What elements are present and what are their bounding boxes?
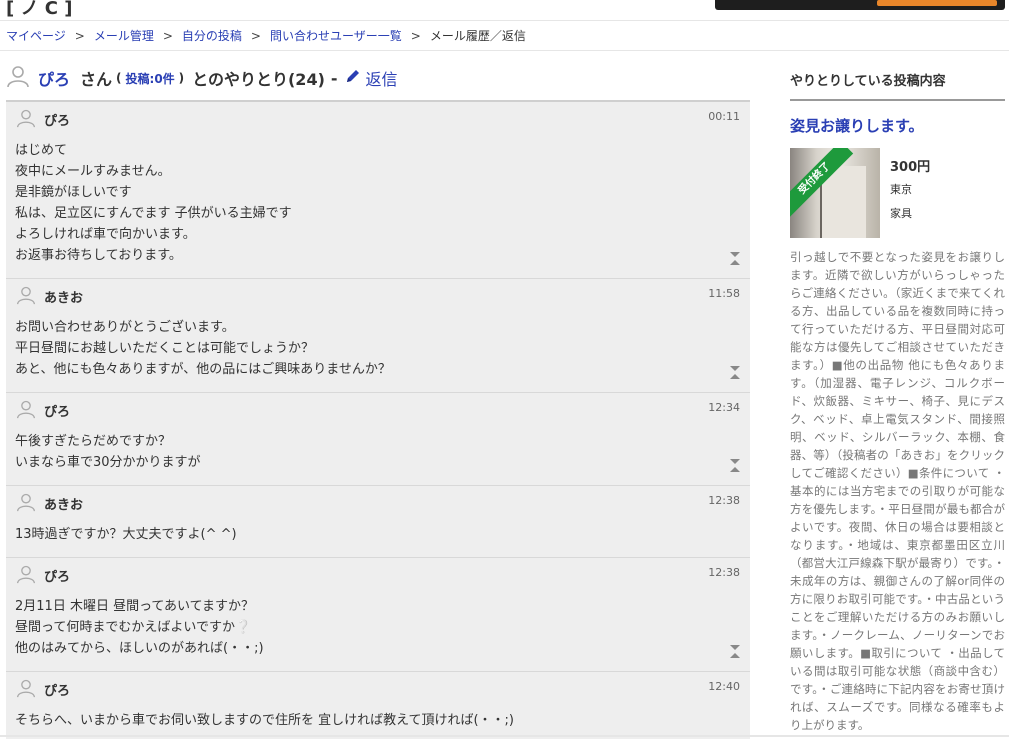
message-header: ぴろ 00:11: [6, 102, 750, 134]
collapse-toggle-icon[interactable]: [729, 457, 741, 477]
site-logo[interactable]: [ ノ C ]: [6, 0, 72, 20]
user-avatar-icon: [16, 399, 36, 423]
breadcrumb-separator: >: [250, 29, 261, 43]
post-price: 300円: [890, 160, 931, 175]
message-time: 12:38: [708, 494, 740, 507]
message-line: 13時過ぎですか？大丈夫ですよ(^ ^): [15, 527, 237, 542]
message-list: ぴろ 00:11 はじめて夜中にメールすみません。 是非鏡がほしいです私は、足立区にす…: [6, 100, 750, 739]
message-header: あきお 12:38: [6, 486, 750, 518]
message-header: ぴろ 12:40: [6, 672, 750, 704]
header-search-box[interactable]: [715, 0, 1005, 10]
collapse-toggle-icon[interactable]: [729, 643, 741, 663]
message-time: 12:34: [708, 401, 740, 414]
user-avatar-icon: [6, 64, 30, 92]
message-sender: あきお: [44, 291, 84, 306]
message-header: ぴろ 12:34: [6, 393, 750, 425]
paren-open: (: [116, 71, 122, 85]
user-avatar-icon: [16, 492, 36, 516]
message-body: 午後すぎたらだめですか？ いまなら車で30分かかりますが: [6, 425, 750, 485]
message-line: お返事お待ちしております。: [15, 248, 182, 263]
message-body: 2月11日 木曜日 昼間ってあいてますか？ 昼間って何時までむかえばよいですか❔ 他…: [6, 590, 750, 671]
message-line: 夜中にメールすみません。: [15, 164, 171, 179]
message-line: 平日昼間にお越しいただくことは可能でしょうか？: [15, 341, 315, 356]
dash: -: [330, 68, 338, 88]
breadcrumb-separator: >: [162, 29, 173, 43]
message-body: お問い合わせありがとうございます。平日昼間にお越しいただくことは可能でしょうか？…: [6, 311, 750, 392]
post-title-link[interactable]: 姿見お譲りします。: [790, 115, 1005, 136]
message-item: あきお 12:38 13時過ぎですか？大丈夫ですよ(^ ^): [6, 486, 750, 558]
message-item: ぴろ 12:34 午後すぎたらだめですか？ いまなら車で30分かかりますが: [6, 393, 750, 486]
top-header: [ ノ C ]: [0, 0, 1009, 21]
message-body: そちらへ、いまから車でお伺い致しますので住所を 宜しければ教えて頂ければ(・・;…: [6, 704, 750, 739]
message-line: 午後すぎたらだめですか？: [15, 434, 172, 449]
breadcrumb-current: メール履歴／返信: [429, 29, 526, 43]
breadcrumb-my-posts[interactable]: 自分の投稿: [182, 29, 242, 43]
post-category: 家具: [890, 207, 912, 220]
message-line: お問い合わせありがとうございます。: [15, 320, 235, 335]
message-line: あと、他にも色々ありますが、他の品にはご興味ありませんか？: [15, 362, 391, 377]
breadcrumb-mail-management[interactable]: メール管理: [94, 29, 154, 43]
user-avatar-icon: [16, 108, 36, 132]
post-sidebar: やりとりしている投稿内容 姿見お譲りします。 受付終了 300円 東京 家具 引…: [790, 72, 1005, 734]
reply-button[interactable]: 返信: [344, 66, 398, 90]
header-search-button[interactable]: [877, 0, 997, 6]
message-line: 昼間って何時までむかえばよいですか❔: [15, 620, 252, 635]
message-line: いまなら車で30分かかりますが: [15, 455, 201, 470]
user-avatar-icon: [16, 564, 36, 588]
message-item: ぴろ 12:38 2月11日 木曜日 昼間ってあいてますか？ 昼間って何時までむかえば…: [6, 558, 750, 672]
post-thumbnail[interactable]: 受付終了: [790, 148, 880, 238]
message-line: そちらへ、いまから車でお伺い致しますので住所を 宜しければ教えて頂ければ(・・;…: [15, 713, 515, 728]
collapse-toggle-icon[interactable]: [729, 364, 741, 384]
divider: [0, 50, 1009, 51]
paren-close: ): [178, 71, 185, 85]
post-info: 受付終了 300円 東京 家具: [790, 148, 1005, 238]
divider: [790, 99, 1005, 101]
breadcrumb-inquiry-users[interactable]: 問い合わせユーザー一覧: [270, 29, 402, 43]
collapse-toggle-icon[interactable]: [729, 250, 741, 270]
message-sender: ぴろ: [44, 570, 71, 585]
pencil-icon: [344, 67, 362, 89]
message-body: はじめて夜中にメールすみません。 是非鏡がほしいです私は、足立区にすんでます 子供…: [6, 134, 750, 278]
user-avatar-icon: [16, 285, 36, 309]
message-time: 12:40: [708, 680, 740, 693]
post-description: 引っ越しで不要となった姿見をお譲りします。近隣で欲しい方がいらっしゃったらご連絡…: [790, 250, 1005, 732]
honorific: さん: [80, 70, 113, 89]
breadcrumb-mypage[interactable]: マイページ: [6, 29, 66, 43]
post-location: 東京: [890, 183, 912, 196]
message-header: あきお 11:58: [6, 279, 750, 311]
breadcrumb: マイページ > メール管理 > 自分の投稿 > 問い合わせユーザー一覧 > メール履歴／返信: [6, 27, 526, 45]
message-sender: あきお: [44, 498, 84, 513]
message-item: あきお 11:58 お問い合わせありがとうございます。平日昼間にお越しいただくことは…: [6, 279, 750, 393]
exchange-count: とのやりとり(24): [192, 70, 325, 89]
breadcrumb-separator: >: [410, 29, 421, 43]
message-body: 13時過ぎですか？大丈夫ですよ(^ ^): [6, 518, 750, 557]
message-sender: ぴろ: [44, 114, 71, 129]
post-details: 300円 東京 家具: [890, 156, 930, 226]
message-sender: ぴろ: [44, 405, 71, 420]
reply-label: 返信: [365, 70, 398, 89]
message-time: 00:11: [708, 110, 740, 123]
message-item: ぴろ 00:11 はじめて夜中にメールすみません。 是非鏡がほしいです私は、足立区にす…: [6, 102, 750, 279]
message-time: 11:58: [708, 287, 740, 300]
thread-header: ぴろ さん ( 投稿:0件 ) とのやりとり(24) - 返信: [6, 66, 398, 90]
message-time: 12:38: [708, 566, 740, 579]
message-line: 私は、足立区にすんでます 子供がいる主婦です: [15, 206, 292, 221]
message-line: 是非鏡がほしいです: [15, 185, 132, 200]
partner-name-link[interactable]: ぴろ: [38, 66, 70, 90]
sidebar-title: やりとりしている投稿内容: [790, 74, 946, 89]
message-sender: ぴろ: [44, 684, 71, 699]
message-line: 2月11日 木曜日 昼間ってあいてますか？: [15, 599, 254, 614]
message-line: 他のはみてから、ほしいのがあれば(・・;): [15, 641, 264, 656]
breadcrumb-separator: >: [74, 29, 85, 43]
user-avatar-icon: [16, 678, 36, 702]
message-line: はじめて: [15, 143, 68, 158]
message-line: よろしければ車で向かいます。: [15, 227, 196, 242]
message-item: ぴろ 12:40 そちらへ、いまから車でお伺い致しますので住所を 宜しければ教えて頂…: [6, 672, 750, 739]
message-header: ぴろ 12:38: [6, 558, 750, 590]
post-count-link[interactable]: 投稿:0件: [126, 70, 175, 87]
